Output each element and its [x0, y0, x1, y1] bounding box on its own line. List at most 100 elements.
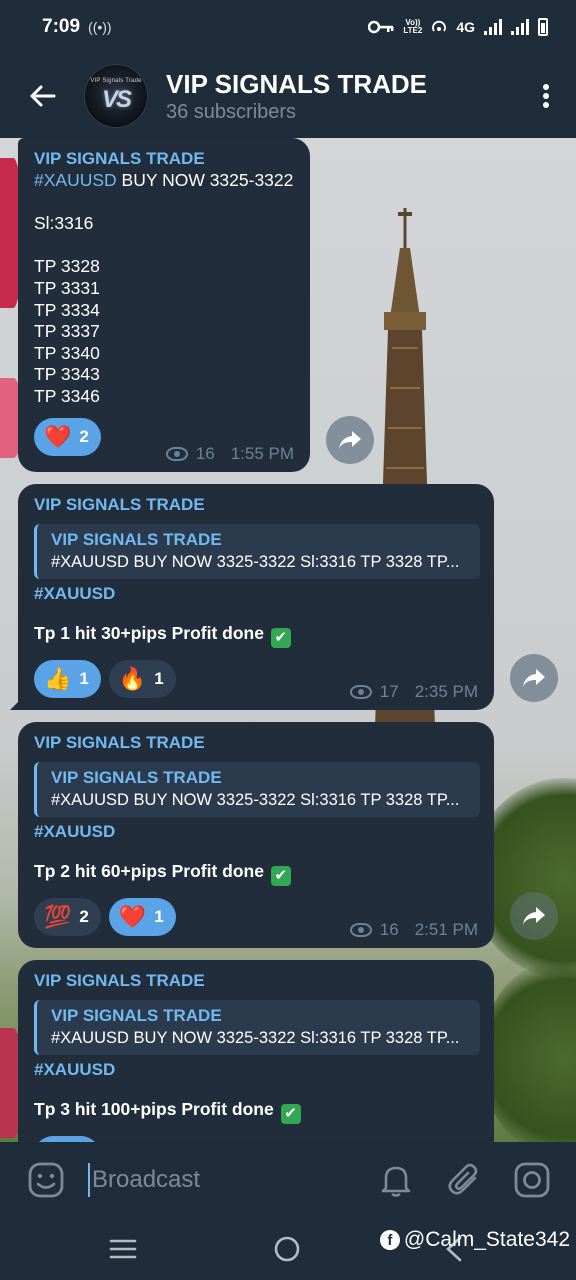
message-text-line: Tp 3 hit 100+pips Profit done — [34, 1099, 274, 1119]
message-bubble[interactable]: VIP SIGNALS TRADE VIP SIGNALS TRADE #XAU… — [18, 960, 494, 1142]
reaction-count: 2 — [79, 907, 89, 926]
reaction-fire[interactable]: 🔥 1 — [108, 660, 176, 698]
message-text: Tp 3 hit 100+pips Profit done ✔ — [34, 1099, 478, 1124]
message-text-line: BUY NOW 3325-3322 — [116, 170, 294, 190]
message-time: 2:51 PM — [414, 920, 478, 939]
message-author[interactable]: VIP SIGNALS TRADE — [34, 494, 478, 516]
status-time: 7:09 — [42, 16, 81, 37]
hotspot-wifi-icon — [432, 20, 447, 32]
hashtag-link[interactable]: #XAUUSD — [34, 583, 478, 605]
hashtag-link[interactable]: #XAUUSD — [34, 1059, 478, 1081]
bell-icon — [381, 1166, 411, 1197]
check-mark-icon: ✔ — [270, 866, 291, 886]
notification-toggle-button[interactable] — [372, 1156, 420, 1204]
reaction-thumbs-up[interactable]: 👍 1 — [34, 660, 101, 698]
subscriber-count: 36 subscribers — [166, 100, 297, 123]
hashtag-link[interactable]: #XAUUSD — [34, 821, 478, 843]
message-meta: 16 1:55 PM — [165, 444, 294, 464]
attach-button[interactable] — [440, 1156, 488, 1204]
reply-text: #XAUUSD BUY NOW 3325-3322 Sl:3316 TP 332… — [51, 791, 460, 809]
reply-quote[interactable]: VIP SIGNALS TRADE #XAUUSD BUY NOW 3325-3… — [34, 1000, 480, 1055]
heart-icon: ❤️ — [44, 423, 72, 449]
message-time: 1:55 PM — [230, 444, 294, 463]
share-button[interactable] — [326, 416, 374, 464]
reaction-hundred[interactable]: 💯 2 — [34, 898, 101, 936]
avatar-caption: VIP Signals Trade — [90, 78, 142, 84]
reaction-heart[interactable]: ❤️ 2 — [34, 417, 101, 456]
message-meta: 17 2:35 PM — [349, 682, 478, 702]
channel-avatar[interactable]: VIP Signals Trade VS — [84, 64, 148, 128]
more-menu-button[interactable] — [516, 54, 576, 138]
message-text-line: Tp 1 hit 30+pips Profit done — [34, 623, 264, 643]
message-bubble[interactable]: VIP SIGNALS TRADE VIP SIGNALS TRADE #XAU… — [18, 722, 494, 948]
signal-icon-2 — [511, 19, 529, 35]
reaction-count: 1 — [154, 669, 164, 688]
view-count: 17 — [379, 682, 399, 701]
back-button[interactable] — [14, 54, 70, 138]
camera-button[interactable] — [508, 1156, 556, 1204]
message-author[interactable]: VIP SIGNALS TRADE — [34, 148, 294, 170]
message-author[interactable]: VIP SIGNALS TRADE — [34, 732, 478, 754]
key-icon — [368, 20, 394, 34]
instagram-camera-icon — [514, 1162, 550, 1198]
share-button[interactable] — [510, 654, 558, 702]
home-button[interactable] — [270, 1232, 304, 1266]
reaction-count: 2 — [79, 426, 89, 446]
paperclip-icon — [448, 1163, 478, 1195]
message-author[interactable]: VIP SIGNALS TRADE — [34, 970, 478, 992]
bubble-tail — [10, 696, 24, 710]
reply-author: VIP SIGNALS TRADE — [51, 1006, 222, 1025]
message-body: Sl:3316 TP 3328 TP 3331 TP 3334 TP 3337 … — [34, 213, 100, 406]
back-arrow-icon — [30, 85, 56, 107]
fire-icon: 🔥 — [118, 666, 147, 691]
channel-info[interactable]: VIP SIGNALS TRADE 36 subscribers — [166, 69, 516, 124]
status-bar: 7:09 ((•)) Vo)) LTE2 4G — [0, 0, 576, 54]
view-count: 16 — [195, 444, 215, 463]
reaction-heart[interactable]: ❤️ 1 — [108, 898, 176, 936]
recents-icon — [109, 1239, 137, 1259]
watermark-text: @Calm_State342 — [403, 1228, 570, 1251]
message-time: 2:35 PM — [414, 682, 478, 701]
composer-bar: Broadcast — [0, 1142, 576, 1218]
recents-button[interactable] — [106, 1232, 140, 1266]
hotspot-icon: ((•)) — [88, 19, 112, 35]
share-arrow-icon — [339, 431, 361, 449]
heart-icon: ❤️ — [118, 904, 147, 929]
network-type: 4G — [456, 19, 475, 35]
signal-icon-1 — [484, 19, 502, 35]
more-vertical-icon — [543, 84, 549, 108]
message-list[interactable]: VIP SIGNALS TRADE #XAUUSD BUY NOW 3325-3… — [0, 138, 576, 1142]
thumbs-up-icon: 👍 — [44, 666, 72, 691]
reply-text: #XAUUSD BUY NOW 3325-3322 Sl:3316 TP 332… — [51, 1029, 460, 1047]
message-bubble[interactable]: VIP SIGNALS TRADE VIP SIGNALS TRADE #XAU… — [10, 484, 494, 710]
reaction-count: 1 — [79, 669, 89, 688]
message-text: Tp 1 hit 30+pips Profit done ✔ — [34, 623, 478, 648]
avatar-logo: VS — [101, 86, 132, 113]
system-nav-bar: f @Calm_State342 — [0, 1218, 576, 1280]
view-count: 16 — [379, 920, 399, 939]
message-bubble[interactable]: VIP SIGNALS TRADE #XAUUSD BUY NOW 3325-3… — [18, 138, 310, 472]
share-button[interactable] — [510, 892, 558, 940]
battery-icon — [538, 18, 548, 36]
check-mark-icon: ✔ — [280, 1104, 301, 1124]
views-icon — [165, 447, 188, 461]
facebook-icon: f — [379, 1230, 400, 1250]
message-text: Tp 2 hit 60+pips Profit done ✔ — [34, 861, 478, 886]
sticker-smile-icon — [28, 1162, 64, 1198]
broadcast-input[interactable]: Broadcast — [88, 1163, 352, 1197]
home-circle-icon — [274, 1236, 300, 1262]
message-text[interactable]: #XAUUSD BUY NOW 3325-3322 Sl:3316 TP 332… — [34, 170, 294, 408]
share-arrow-icon — [523, 669, 545, 687]
hundred-points-icon: 💯 — [44, 904, 72, 929]
wallpaper-tree — [480, 958, 576, 1142]
reply-text: #XAUUSD BUY NOW 3325-3322 Sl:3316 TP 332… — [51, 553, 460, 571]
views-icon — [349, 923, 372, 937]
reply-quote[interactable]: VIP SIGNALS TRADE #XAUUSD BUY NOW 3325-3… — [34, 762, 480, 817]
message-text-line: Tp 2 hit 60+pips Profit done — [34, 861, 264, 881]
reply-author: VIP SIGNALS TRADE — [51, 768, 222, 787]
hashtag-link[interactable]: #XAUUSD — [34, 170, 117, 190]
emoji-button[interactable] — [22, 1156, 70, 1204]
reaction-count: 1 — [154, 907, 164, 926]
reply-quote[interactable]: VIP SIGNALS TRADE #XAUUSD BUY NOW 3325-3… — [34, 524, 480, 579]
views-icon — [349, 685, 372, 699]
